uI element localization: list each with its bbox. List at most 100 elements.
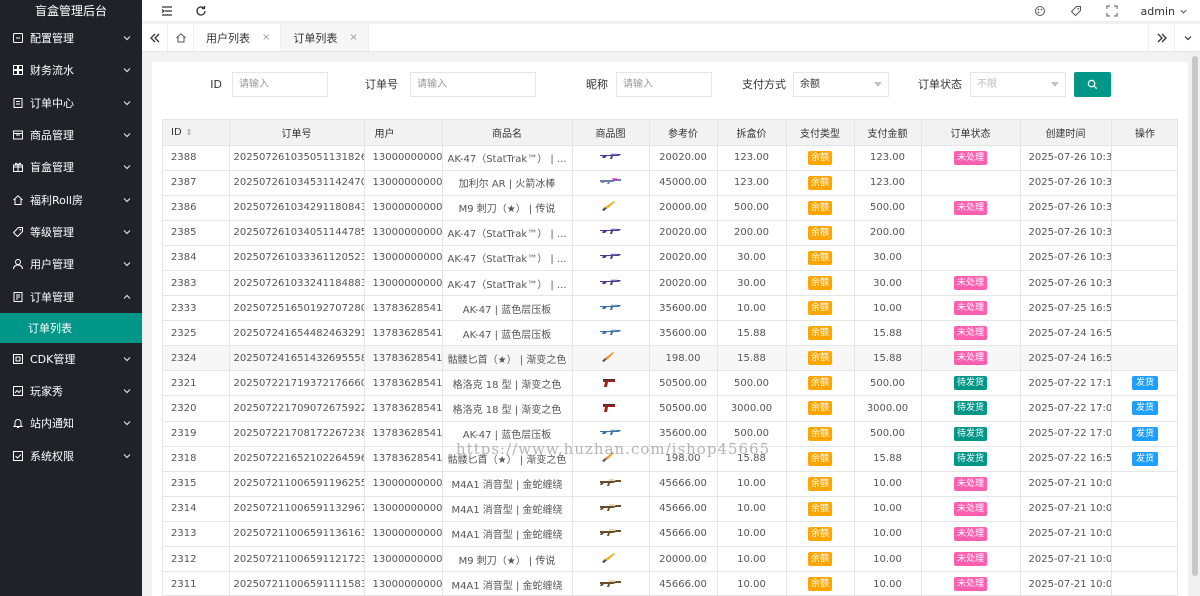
cell-ref-price: 198.00: [649, 446, 718, 472]
cell-ref-price: 20020.00: [649, 145, 718, 171]
settings-icon: [12, 32, 24, 44]
goods-icon: [12, 129, 24, 141]
sidebar-item-label: 系统权限: [30, 449, 74, 463]
tabs-scroll-right-button[interactable]: [1148, 24, 1174, 51]
cell-order-status: 待发货: [921, 446, 1021, 472]
col-pay-type: 支付类型: [786, 120, 855, 146]
sidebar-item-order[interactable]: 订单中心: [0, 87, 142, 119]
status-badge: 未处理: [953, 501, 987, 516]
cell-box-price: 3000.00: [717, 395, 787, 422]
sidebar-item-order-manage[interactable]: 订单管理: [0, 280, 142, 312]
theme-icon[interactable]: [1033, 4, 1047, 18]
tabs-scroll-left-button[interactable]: [142, 24, 168, 51]
goods-thumbnail: [599, 576, 623, 593]
cell-created-time: 2025-07-21 10:06:5: [1020, 571, 1112, 595]
nickname-label: 昵称: [586, 78, 608, 91]
close-icon[interactable]: ×: [262, 32, 270, 43]
col-id[interactable]: ID ⇕: [163, 120, 230, 146]
cell-order-status: 待发货: [921, 395, 1021, 422]
refresh-icon[interactable]: [194, 4, 208, 18]
sidebar-item-gift[interactable]: 盲盒管理: [0, 151, 142, 183]
cell-goods-name: 格洛克 18 型 | 渐变之色: [442, 370, 573, 397]
cell-goods-name: AK-47 | 蓝色层压板: [442, 421, 573, 447]
col-created-time: 创建时间: [1020, 120, 1112, 146]
chevron-down-icon: [122, 130, 132, 140]
sidebar-item-home[interactable]: 福利Roll房: [0, 183, 142, 215]
sidebar-item-bell[interactable]: 站内通知: [0, 407, 142, 439]
goods-thumbnail: [599, 174, 623, 191]
cell-pay-amount: 3000.00: [854, 395, 922, 422]
sidebar-item-user[interactable]: 用户管理: [0, 248, 142, 280]
ship-button[interactable]: 发货: [1131, 426, 1158, 441]
cell-id: 2386: [163, 195, 230, 221]
cell-goods-image: [572, 195, 650, 221]
cell-order-status: 未处理: [921, 345, 1021, 372]
cell-box-price: 500.00: [717, 421, 787, 447]
status-badge: 未处理: [953, 476, 987, 491]
pay-type-badge: 余额: [807, 476, 832, 491]
tabs-more-button[interactable]: [1174, 24, 1200, 51]
sidebar-item-goods[interactable]: 商品管理: [0, 119, 142, 151]
home-icon: [12, 194, 24, 206]
home-tab[interactable]: [168, 24, 194, 51]
cell-pay-type: 余额: [786, 195, 855, 221]
cell-goods-name: AK-47（StatTrak™） | ...: [442, 270, 573, 297]
order-no-input[interactable]: 请输入: [410, 72, 536, 97]
page-scrollbar[interactable]: [1190, 52, 1200, 596]
cdk-icon: [12, 353, 24, 365]
cell-pay-type: 余额: [786, 546, 855, 573]
sort-icon[interactable]: ⇕: [186, 128, 193, 137]
cell-box-price: 15.88: [717, 345, 787, 372]
cell-user: 13000000000: [364, 145, 443, 171]
search-button[interactable]: [1074, 72, 1111, 97]
chevron-down-icon: [122, 354, 132, 364]
pay-type-badge: 余额: [807, 200, 832, 215]
cell-order-no: 2025072610333611205230: [229, 245, 365, 271]
chevron-down-icon: [122, 195, 132, 205]
status-badge: 未处理: [953, 351, 987, 366]
cell-box-price: 10.00: [717, 521, 787, 548]
sidebar-item-finance[interactable]: 财务流水: [0, 54, 142, 86]
pay-method-select[interactable]: 余额: [793, 72, 889, 97]
pay-type-badge: 余额: [807, 250, 832, 265]
tag-icon[interactable]: [1069, 4, 1083, 18]
fullscreen-icon[interactable]: [1105, 4, 1119, 18]
order-status-select[interactable]: 不限: [970, 72, 1066, 97]
tab-order-list[interactable]: 订单列表 ×: [281, 24, 369, 51]
cell-order-no: 2025072610340511447859: [229, 220, 365, 246]
user-menu[interactable]: admin: [1141, 5, 1188, 18]
table-row: 2318 2025072216521022645965 13783628541 骷髅匕…: [163, 446, 1177, 472]
sidebar-item-settings[interactable]: 配置管理: [0, 22, 142, 54]
cell-created-time: 2025-07-26 10:34:0: [1020, 220, 1112, 246]
pay-method-label: 支付方式: [742, 78, 786, 91]
search-form: ID 请输入 订单号 请输入 昵称 请输入 支付方式 余额 订单状态 不限: [152, 72, 1188, 98]
cell-created-time: 2025-07-26 10:33:3: [1020, 245, 1112, 271]
cell-pay-amount: 500.00: [854, 421, 922, 447]
ship-button[interactable]: 发货: [1131, 376, 1158, 391]
id-input[interactable]: 请输入: [232, 72, 328, 97]
close-icon[interactable]: ×: [349, 32, 357, 43]
cell-order-status: [921, 220, 1021, 246]
ship-button[interactable]: 发货: [1131, 451, 1158, 466]
scrollbar-thumb[interactable]: [1192, 56, 1198, 576]
tab-user-list[interactable]: 用户列表 ×: [194, 24, 282, 51]
menu-toggle-icon[interactable]: [160, 4, 174, 18]
sidebar-subitem-order-list[interactable]: 订单列表: [0, 312, 142, 343]
sidebar-item-cdk[interactable]: CDK管理: [0, 343, 142, 375]
table-row: 2324 2025072416514326955583 13783628541 骷髅匕…: [163, 345, 1177, 372]
sidebar-item-shield[interactable]: 系统权限: [0, 440, 142, 472]
goods-thumbnail: [599, 551, 623, 568]
cell-pay-type: 余额: [786, 421, 855, 447]
table-row: 2385 2025072610340511447859 13000000000 AK-…: [163, 220, 1177, 246]
cell-box-price: 30.00: [717, 270, 787, 297]
ship-button[interactable]: 发货: [1131, 401, 1158, 416]
caret-down-icon: [874, 82, 882, 87]
cell-goods-name: 骷髅匕首（★） | 渐变之色: [442, 345, 573, 372]
nickname-input[interactable]: 请输入: [616, 72, 712, 97]
cell-ref-price: 20020.00: [649, 220, 718, 246]
sidebar-item-tag[interactable]: 等级管理: [0, 216, 142, 248]
sidebar-item-show[interactable]: 玩家秀: [0, 375, 142, 407]
pay-type-badge: 余额: [807, 426, 832, 441]
cell-goods-image: [572, 345, 650, 372]
status-badge: 待发货: [953, 451, 987, 466]
